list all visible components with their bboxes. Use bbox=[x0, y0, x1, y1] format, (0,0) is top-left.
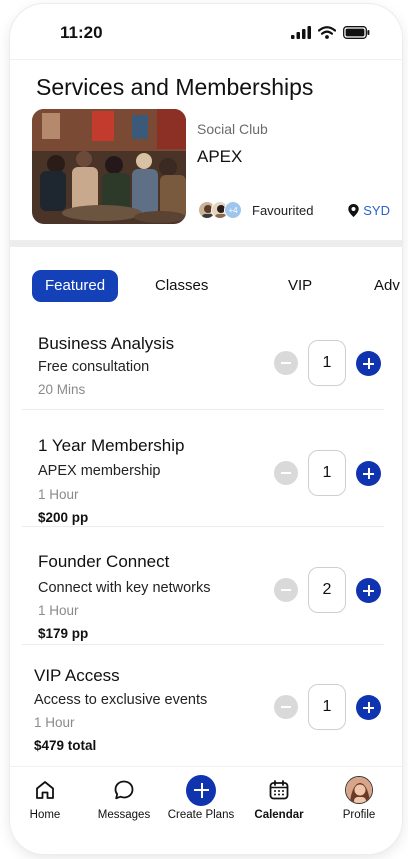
tab-adv[interactable]: Adv bbox=[374, 270, 400, 302]
location-link[interactable]: SYD bbox=[348, 203, 390, 218]
quantity-stepper: 1 bbox=[274, 450, 384, 496]
venue-photo[interactable] bbox=[32, 109, 186, 224]
favourited-label: Favourited bbox=[252, 202, 314, 218]
quantity-stepper: 1 bbox=[274, 340, 384, 386]
favourited-row[interactable]: +4 Favourited bbox=[198, 201, 313, 219]
tab-featured[interactable]: Featured bbox=[32, 270, 119, 302]
profile-avatar bbox=[344, 775, 374, 805]
decrease-button[interactable] bbox=[274, 351, 298, 375]
favourite-count-badge: +4 bbox=[224, 201, 242, 219]
quantity-value[interactable]: 1 bbox=[308, 340, 346, 386]
service-title: 1 Year Membership bbox=[38, 436, 185, 455]
service-item[interactable]: 1 Year Membership APEX membership 1 Hour… bbox=[10, 430, 402, 528]
service-title: Business Analysis bbox=[38, 334, 175, 353]
service-price: $179 pp bbox=[38, 626, 89, 641]
plus-icon bbox=[186, 774, 216, 806]
increase-button[interactable] bbox=[356, 578, 381, 603]
quantity-stepper: 1 bbox=[274, 684, 384, 730]
system-icons bbox=[291, 26, 370, 39]
service-subtitle: Connect with key networks bbox=[38, 580, 211, 596]
calendar-icon bbox=[264, 775, 294, 805]
tab-classes[interactable]: Classes bbox=[155, 270, 208, 302]
service-duration: 1 Hour bbox=[38, 603, 79, 618]
status-bar: 11:20 bbox=[10, 4, 402, 60]
nav-label: Profile bbox=[342, 809, 376, 821]
service-price: $200 pp bbox=[38, 510, 89, 525]
service-item[interactable]: VIP Access Access to exclusive events 1 … bbox=[10, 662, 402, 760]
quantity-value[interactable]: 1 bbox=[308, 684, 346, 730]
quantity-stepper: 2 bbox=[274, 567, 384, 613]
increase-button[interactable] bbox=[356, 461, 381, 486]
increase-button[interactable] bbox=[356, 695, 381, 720]
nav-messages[interactable]: Messages bbox=[86, 767, 162, 854]
signal-icon bbox=[291, 26, 311, 39]
home-icon bbox=[30, 775, 60, 805]
service-item[interactable]: Founder Connect Connect with key network… bbox=[10, 546, 402, 644]
nav-home[interactable]: Home bbox=[10, 767, 83, 854]
section-divider bbox=[10, 240, 402, 247]
service-item[interactable]: Business Analysis Free consultation 20 M… bbox=[10, 330, 402, 410]
page-title: Services and Memberships bbox=[36, 74, 314, 100]
decrease-button[interactable] bbox=[274, 461, 298, 485]
quantity-value[interactable]: 1 bbox=[308, 450, 346, 496]
venue-name: APEX bbox=[197, 147, 243, 166]
service-duration: 20 Mins bbox=[38, 382, 86, 397]
category-tabs: Featured Classes VIP Adv bbox=[32, 270, 402, 302]
location-label: SYD bbox=[363, 203, 390, 218]
tab-vip[interactable]: VIP bbox=[288, 270, 312, 302]
service-subtitle: Free consultation bbox=[38, 359, 150, 375]
service-duration: 1 Hour bbox=[34, 715, 75, 730]
battery-icon bbox=[343, 26, 370, 39]
wifi-icon bbox=[318, 26, 336, 39]
nav-calendar[interactable]: Calendar bbox=[241, 767, 317, 854]
nav-create-plans[interactable]: Create Plans bbox=[163, 767, 239, 854]
service-title: Founder Connect bbox=[38, 552, 170, 571]
chat-bubble-icon bbox=[109, 775, 139, 805]
service-title: VIP Access bbox=[34, 666, 120, 685]
venue-category: Social Club bbox=[197, 121, 268, 137]
row-divider bbox=[22, 644, 384, 645]
decrease-button[interactable] bbox=[274, 695, 298, 719]
row-divider bbox=[22, 409, 384, 410]
service-subtitle: APEX membership bbox=[38, 463, 161, 479]
service-price: $479 total bbox=[34, 738, 97, 753]
increase-button[interactable] bbox=[356, 351, 381, 376]
service-subtitle: Access to exclusive events bbox=[34, 692, 208, 708]
decrease-button[interactable] bbox=[274, 578, 298, 602]
bottom-nav: Home Messages Create Plans Calendar Prof… bbox=[10, 766, 402, 854]
phone-frame: 11:20 Services and Memberships Social Cl… bbox=[10, 4, 402, 854]
status-time: 11:20 bbox=[60, 23, 103, 42]
nav-profile[interactable]: Profile bbox=[321, 767, 397, 854]
map-pin-icon bbox=[348, 204, 359, 217]
quantity-value[interactable]: 2 bbox=[308, 567, 346, 613]
service-duration: 1 Hour bbox=[38, 487, 79, 502]
row-divider bbox=[22, 526, 384, 527]
